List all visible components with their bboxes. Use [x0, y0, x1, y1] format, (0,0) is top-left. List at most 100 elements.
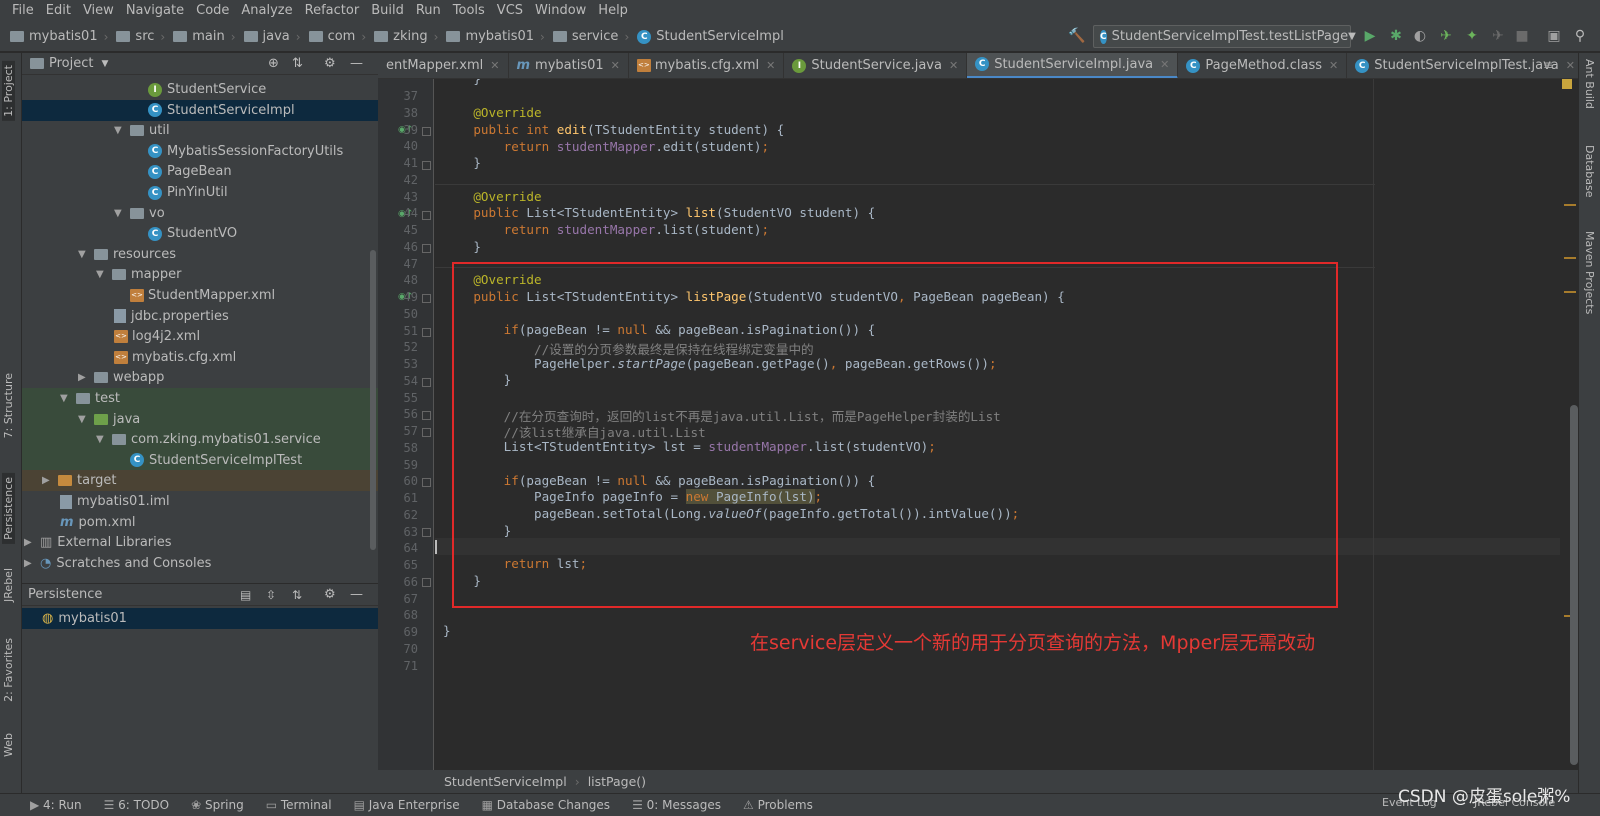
tree-item[interactable]: ▶ target — [22, 470, 378, 492]
fold-icon[interactable] — [422, 244, 431, 253]
breadcrumb-item[interactable]: java › — [240, 29, 305, 44]
collapsed-arrow-icon[interactable]: ▶ — [42, 475, 54, 486]
menu-item-view[interactable]: View — [77, 0, 120, 22]
tree-item[interactable]: ▶ webapp — [22, 367, 378, 388]
close-icon[interactable]: ✕ — [1329, 59, 1338, 72]
menu-item-vcs[interactable]: VCS — [491, 0, 529, 22]
expanded-arrow-icon[interactable]: ▼ — [60, 393, 72, 404]
collapsed-arrow-icon[interactable]: ▶ — [78, 372, 90, 383]
collapsed-arrow-icon[interactable]: ▶ — [24, 558, 36, 569]
breadcrumb-item[interactable]: com › — [305, 29, 371, 44]
tree-item[interactable]: ▼ vo — [22, 203, 378, 224]
tree-item[interactable]: C StudentServiceImpl — [22, 99, 378, 121]
tree-item[interactable]: ▼ test — [22, 388, 378, 409]
menu-item-edit[interactable]: Edit — [40, 0, 77, 22]
breadcrumb-item[interactable]: zking › — [370, 29, 442, 44]
editor-tab[interactable]: C PageMethod.class ✕ — [1178, 53, 1348, 78]
tree-item[interactable]: <> log4j2.xml — [22, 326, 378, 347]
fold-icon[interactable] — [422, 411, 431, 420]
fold-icon[interactable] — [422, 127, 431, 136]
status-tool-button[interactable]: ☰ 0: Messages — [632, 798, 721, 812]
fold-icon[interactable] — [422, 578, 431, 587]
fold-icon[interactable] — [422, 211, 431, 220]
tree-item[interactable]: C PageBean — [22, 161, 378, 182]
project-structure-icon[interactable]: ▣ — [1546, 28, 1562, 44]
breadcrumb-item[interactable]: main › — [169, 29, 239, 44]
project-panel-title[interactable]: Project — [49, 56, 93, 71]
tab-ant-build[interactable]: Ant Build — [1583, 59, 1596, 109]
menu-item-build[interactable]: Build — [365, 0, 410, 22]
tab-structure[interactable]: 7: Structure — [2, 373, 15, 438]
fold-icon[interactable] — [422, 294, 431, 303]
editor-tab[interactable]: C StudentServiceImpl.java ✕ — [967, 53, 1179, 78]
warning-marker[interactable] — [1564, 204, 1576, 206]
tree-item[interactable]: ▼ util — [22, 120, 378, 141]
collapse-icon[interactable]: ⇅ — [292, 588, 302, 602]
close-icon[interactable]: ✕ — [1566, 59, 1575, 72]
breadcrumb-method[interactable]: listPage() — [588, 774, 646, 789]
fold-icon[interactable] — [422, 328, 431, 337]
profile-icon[interactable]: ✈ — [1490, 28, 1506, 44]
persistence-item[interactable]: ◍ mybatis01 — [22, 608, 378, 629]
expanded-arrow-icon[interactable]: ▼ — [96, 269, 108, 280]
status-tool-button[interactable]: ❀ Spring — [191, 798, 244, 812]
run-icon[interactable]: ▶ — [1362, 28, 1378, 44]
tree-item[interactable]: <> StudentMapper.xml — [22, 285, 378, 306]
tree-item[interactable]: C PinYinUtil — [22, 182, 378, 203]
collapse-icon[interactable]: ⇅ — [292, 56, 303, 71]
warning-marker[interactable] — [1564, 257, 1576, 259]
build-hammer-icon[interactable]: 🔨 — [1068, 28, 1085, 44]
menu-item-navigate[interactable]: Navigate — [120, 0, 190, 22]
menu-item-analyze[interactable]: Analyze — [235, 0, 298, 22]
menu-item-help[interactable]: Help — [592, 0, 634, 22]
breadcrumb-item[interactable]: mybatis01 › — [442, 29, 548, 44]
status-tool-button[interactable]: ▤ Java Enterprise — [354, 798, 460, 812]
warning-marker[interactable] — [1564, 291, 1576, 293]
tree-item[interactable]: ▶ ◔ Scratches and Consoles — [22, 553, 378, 574]
menu-item-window[interactable]: Window — [529, 0, 592, 22]
warning-status-icon[interactable] — [1562, 79, 1572, 89]
locate-icon[interactable]: ⊕ — [268, 56, 279, 71]
menu-item-code[interactable]: Code — [190, 0, 235, 22]
gear-icon[interactable]: ⚙ — [324, 56, 336, 71]
tree-item[interactable]: ▼ mapper — [22, 264, 378, 285]
tree-item[interactable]: ▼ java — [22, 408, 378, 430]
status-tool-button[interactable]: ▦ Database Changes — [482, 798, 610, 812]
fold-icon[interactable] — [422, 478, 431, 487]
breadcrumb-item[interactable]: mybatis01 › — [6, 29, 112, 44]
tree-item[interactable]: mybatis01.iml — [22, 491, 378, 512]
editor-tab[interactable]: entMapper.xml ✕ — [378, 53, 509, 78]
tab-list-icon[interactable]: ≡ — [1543, 58, 1553, 72]
tree-item[interactable]: ▼ com.zking.mybatis01.service — [22, 429, 378, 451]
breadcrumb-item[interactable]: C StudentServiceImpl — [633, 29, 788, 44]
editor-scrollbar[interactable] — [1570, 405, 1578, 765]
editor-tab[interactable]: I StudentService.java ✕ — [784, 53, 968, 78]
tab-web[interactable]: Web — [2, 733, 15, 757]
status-tool-button[interactable]: ⚠ Problems — [743, 798, 813, 812]
debug-icon[interactable]: ✱ — [1388, 28, 1404, 44]
fold-icon[interactable] — [422, 428, 431, 437]
status-tool-button[interactable]: ▶ 4: Run — [30, 798, 82, 812]
breadcrumb-item[interactable]: service › — [549, 29, 633, 44]
editor-tab[interactable]: m mybatis01 ✕ — [509, 53, 629, 78]
menu-item-tools[interactable]: Tools — [447, 0, 491, 22]
tree-item[interactable]: <> mybatis.cfg.xml — [22, 347, 378, 368]
fold-icon[interactable] — [422, 528, 431, 537]
expanded-arrow-icon[interactable]: ▼ — [78, 249, 90, 260]
tree-item[interactable]: ▶ ▥ External Libraries — [22, 532, 378, 553]
jrebel-run-icon[interactable]: ✈ — [1438, 28, 1454, 44]
menu-item-run[interactable]: Run — [410, 0, 447, 22]
hide-icon[interactable]: — — [350, 587, 363, 602]
tree-item[interactable]: C StudentVO — [22, 223, 378, 244]
close-icon[interactable]: ✕ — [766, 59, 775, 72]
menu-item-file[interactable]: File — [6, 0, 40, 22]
status-tool-button[interactable]: ▭ Terminal — [266, 798, 332, 812]
tab-favorites[interactable]: 2: Favorites — [2, 638, 15, 702]
tree-item[interactable]: I StudentService — [22, 79, 378, 100]
console-icon[interactable]: ▤ — [240, 588, 251, 602]
editor-tab[interactable]: <> mybatis.cfg.xml ✕ — [629, 53, 785, 78]
tree-item[interactable]: C StudentServiceImplTest — [22, 449, 378, 471]
collapsed-arrow-icon[interactable]: ▶ — [24, 537, 36, 548]
status-tool-button[interactable]: ☰ 6: TODO — [104, 798, 170, 812]
gear-icon[interactable]: ⚙ — [324, 587, 336, 602]
